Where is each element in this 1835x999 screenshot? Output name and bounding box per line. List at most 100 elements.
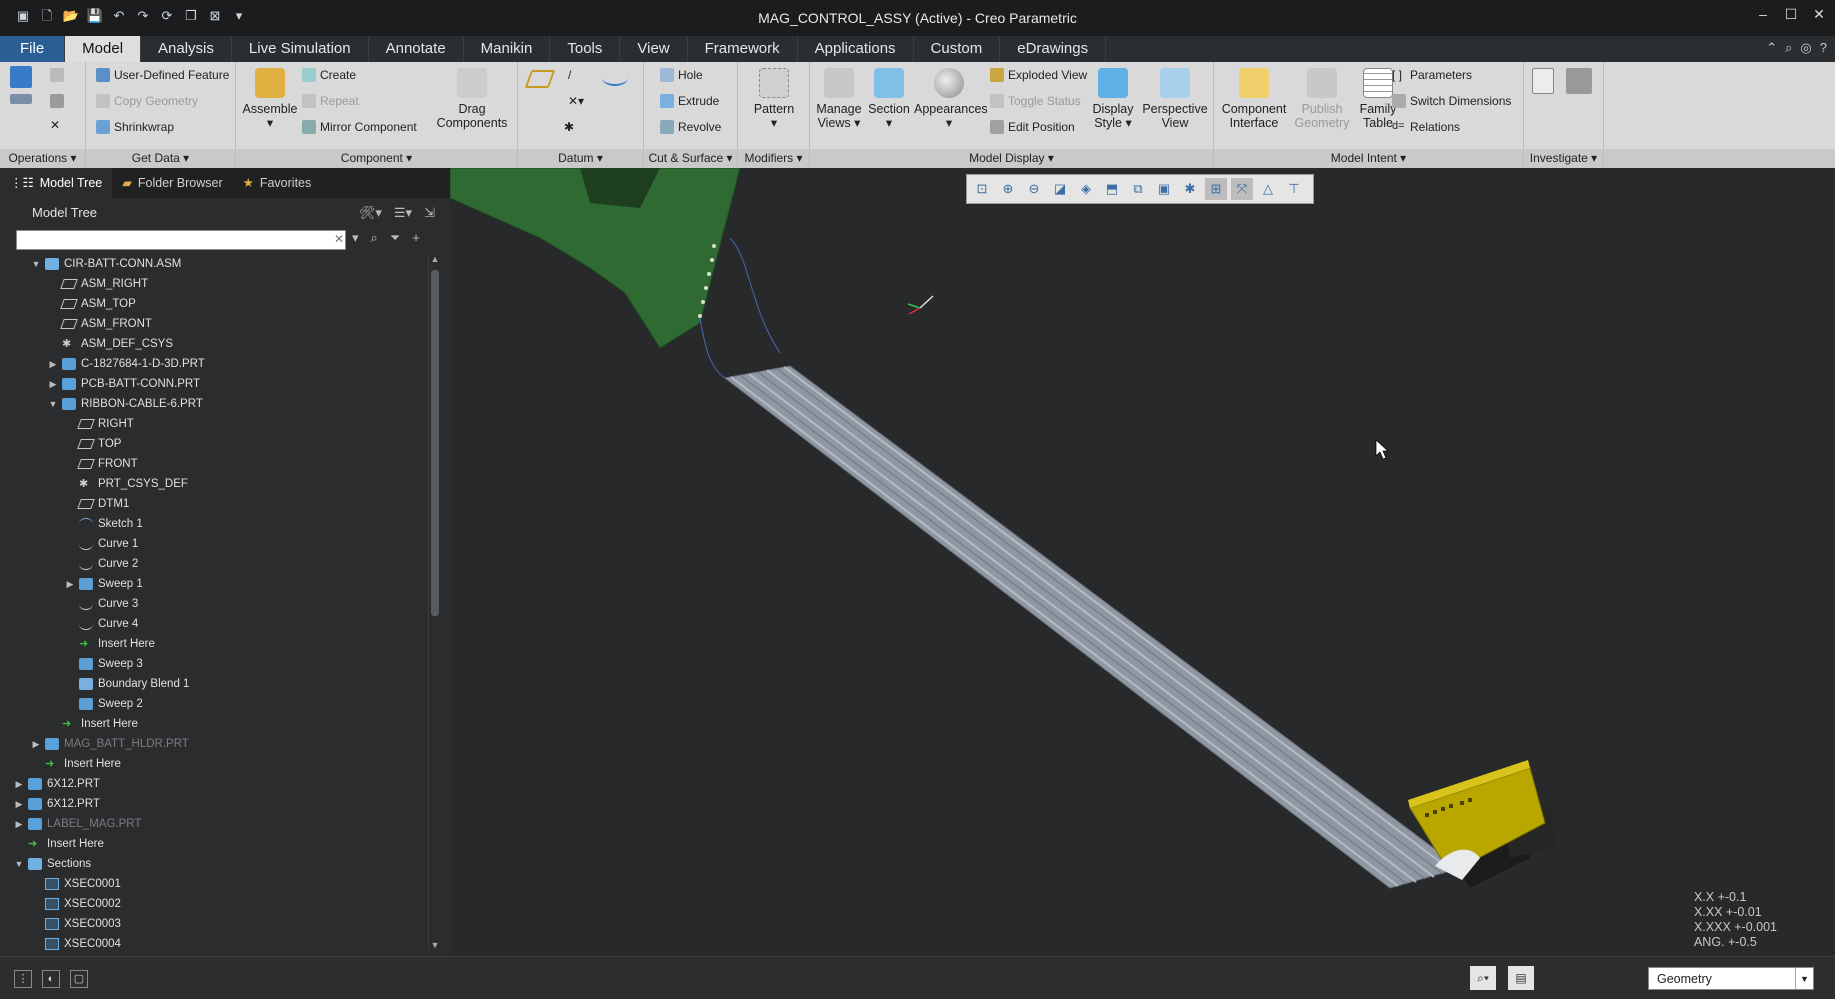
- tree-node[interactable]: DTM1: [12, 494, 432, 514]
- tree-node[interactable]: ✱ PRT_CSYS_DEF: [12, 474, 432, 494]
- model-player-icon[interactable]: [1532, 68, 1554, 94]
- mirror-component-button[interactable]: Mirror Component: [302, 120, 417, 134]
- datum-label[interactable]: Datum ▾: [518, 149, 643, 168]
- tree-node[interactable]: XSEC0001: [12, 874, 432, 894]
- tree-node[interactable]: Sweep 2: [12, 694, 432, 714]
- tab-file[interactable]: File: [0, 36, 66, 62]
- tree-node[interactable]: ➜ Insert Here: [12, 834, 432, 854]
- expand-toggle-icon[interactable]: ▶: [12, 774, 26, 794]
- edit-position-button[interactable]: Edit Position: [990, 120, 1075, 134]
- tree-node[interactable]: ASM_FRONT: [12, 314, 432, 334]
- toggle-navigator-icon[interactable]: ⋮: [14, 970, 32, 988]
- drag-components-button[interactable]: Drag Components: [432, 68, 512, 130]
- tree-node[interactable]: ▼ CIR-BATT-CONN.ASM: [12, 254, 432, 274]
- dropdown-icon[interactable]: ▾: [352, 230, 359, 246]
- expand-toggle-icon[interactable]: ▼: [29, 254, 43, 274]
- feature-list-icon[interactable]: [10, 94, 32, 104]
- tree-node[interactable]: XSEC0004: [12, 934, 432, 950]
- scroll-down-icon[interactable]: ▼: [429, 940, 441, 950]
- help-icon[interactable]: ?: [1820, 40, 1827, 56]
- toggle-status-button[interactable]: Toggle Status: [990, 94, 1081, 108]
- tab-manikin[interactable]: Manikin: [464, 36, 551, 62]
- tree-node[interactable]: ✱ ASM_DEF_CSYS: [12, 334, 432, 354]
- zoom-out-icon[interactable]: ⊖: [1023, 178, 1045, 200]
- scrollbar-thumb[interactable]: [431, 270, 439, 616]
- refit-icon[interactable]: ⊡: [971, 178, 993, 200]
- tree-scrollbar[interactable]: ▲ ▼: [428, 254, 440, 950]
- tab-custom[interactable]: Custom: [914, 36, 1001, 62]
- repeat-button[interactable]: Repeat: [302, 94, 359, 108]
- tab-edrawings[interactable]: eDrawings: [1000, 36, 1107, 62]
- model-intent-label[interactable]: Model Intent ▾: [1214, 149, 1523, 168]
- expand-toggle-icon[interactable]: ▶: [63, 574, 77, 594]
- view-manager-icon[interactable]: ⧉: [1127, 178, 1149, 200]
- tree-node[interactable]: ▶ 6X12.PRT: [12, 794, 432, 814]
- show-icon[interactable]: ☰▾: [394, 198, 412, 228]
- tab-live-simulation[interactable]: Live Simulation: [232, 36, 369, 62]
- hole-button[interactable]: Hole: [660, 68, 703, 82]
- component-label[interactable]: Component ▾: [236, 149, 517, 168]
- tree-node[interactable]: ASM_RIGHT: [12, 274, 432, 294]
- display-style-icon[interactable]: ▣: [1153, 178, 1175, 200]
- toggle-browser-icon[interactable]: ◐: [42, 970, 60, 988]
- modifiers-label[interactable]: Modifiers ▾: [738, 149, 809, 168]
- create-button[interactable]: Create: [302, 68, 356, 82]
- udf-button[interactable]: User-Defined Feature: [96, 68, 229, 82]
- expand-toggle-icon[interactable]: ▶: [12, 794, 26, 814]
- regenerate-icon[interactable]: [10, 66, 32, 88]
- tree-node[interactable]: ASM_TOP: [12, 294, 432, 314]
- command-search-icon[interactable]: ⌕: [1785, 40, 1792, 56]
- reorient-icon[interactable]: ◈: [1075, 178, 1097, 200]
- annotation-display-icon[interactable]: ⊞: [1205, 178, 1227, 200]
- display-style-button[interactable]: Display Style ▾: [1088, 68, 1138, 130]
- plane-icon[interactable]: [524, 70, 556, 88]
- tab-favorites[interactable]: ★ Favorites: [233, 168, 322, 198]
- switch-dimensions-button[interactable]: Switch Dimensions: [1392, 94, 1511, 108]
- spin-center-icon[interactable]: ⤧: [1231, 178, 1253, 200]
- settings-icon[interactable]: 🛠▾: [359, 198, 382, 228]
- selection-icon[interactable]: ▤: [1508, 966, 1534, 990]
- tree-node[interactable]: ▶ Sweep 1: [12, 574, 432, 594]
- operations-label[interactable]: Operations ▾: [0, 149, 85, 168]
- tree-node[interactable]: Sweep 3: [12, 654, 432, 674]
- parameters-button[interactable]: [ ] Parameters: [1392, 68, 1472, 82]
- pattern-button[interactable]: Pattern ▾: [742, 68, 806, 130]
- exploded-view-button[interactable]: Exploded View: [990, 68, 1087, 82]
- tree-node[interactable]: XSEC0002: [12, 894, 432, 914]
- perspective-view-button[interactable]: Perspective View: [1140, 68, 1210, 130]
- tree-node[interactable]: ➜ Insert Here: [12, 754, 432, 774]
- tab-view[interactable]: View: [620, 36, 688, 62]
- tab-folder-browser[interactable]: ▰ Folder Browser: [112, 168, 232, 198]
- tab-framework[interactable]: Framework: [688, 36, 798, 62]
- tree-node[interactable]: Sketch 1: [12, 514, 432, 534]
- delete-icon[interactable]: ✕: [50, 118, 60, 132]
- csys-icon[interactable]: ✱: [564, 120, 574, 134]
- tab-model-tree[interactable]: ⋮☷ Model Tree: [0, 168, 113, 198]
- revolve-button[interactable]: Revolve: [660, 120, 721, 134]
- appearances-button[interactable]: Appearances ▾: [914, 68, 988, 130]
- tree-node[interactable]: ▶ PCB-BATT-CONN.PRT: [12, 374, 432, 394]
- filter-icon[interactable]: ⏷: [390, 230, 400, 246]
- tree-node[interactable]: ➜ Insert Here: [12, 634, 432, 654]
- expand-toggle-icon[interactable]: ▼: [46, 394, 60, 414]
- shrinkwrap-button[interactable]: Shrinkwrap: [96, 120, 174, 134]
- repaint-icon[interactable]: ◪: [1049, 178, 1071, 200]
- zoom-in-icon[interactable]: ⊕: [997, 178, 1019, 200]
- expand-toggle-icon[interactable]: ▶: [29, 734, 43, 754]
- tree-node[interactable]: Curve 1: [12, 534, 432, 554]
- expand-toggle-icon[interactable]: ▼: [12, 854, 26, 874]
- tree-node[interactable]: Curve 4: [12, 614, 432, 634]
- copy-geometry-button[interactable]: Copy Geometry: [96, 94, 198, 108]
- tab-model[interactable]: Model: [65, 36, 142, 62]
- saved-orientations-icon[interactable]: ⬒: [1101, 178, 1123, 200]
- point-icon[interactable]: ✕▾: [568, 94, 584, 108]
- selection-filter-dropdown[interactable]: Geometry ▼: [1648, 967, 1814, 990]
- investigate-label[interactable]: Investigate ▾: [1524, 149, 1603, 168]
- maximize-icon[interactable]: ☐: [1783, 6, 1799, 23]
- reference-viewer-icon[interactable]: [1566, 68, 1592, 94]
- axis-icon[interactable]: /: [568, 68, 571, 82]
- scroll-up-icon[interactable]: ▲: [429, 254, 441, 264]
- tree-node[interactable]: ▼ RIBBON-CABLE-6.PRT: [12, 394, 432, 414]
- tab-applications[interactable]: Applications: [798, 36, 914, 62]
- relations-button[interactable]: d= Relations: [1392, 120, 1460, 134]
